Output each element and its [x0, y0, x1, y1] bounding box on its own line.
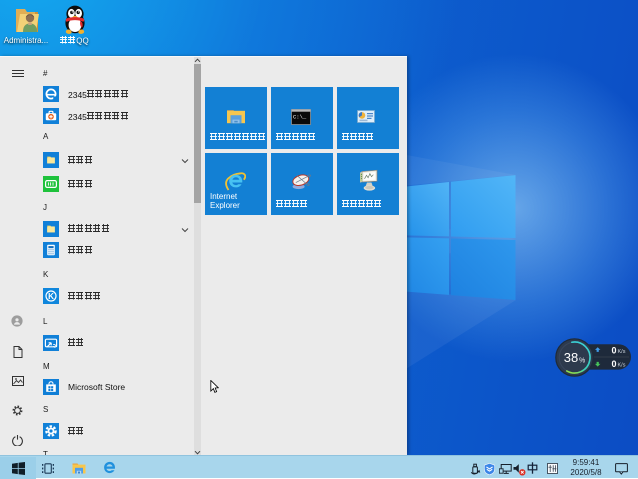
- svg-text:K: K: [48, 292, 54, 301]
- svg-text:0: 0: [611, 359, 616, 369]
- svg-text:C:\_: C:\_: [293, 114, 307, 121]
- svg-text:38: 38: [564, 350, 578, 365]
- svg-text:K/s: K/s: [618, 349, 626, 355]
- svg-text:0: 0: [611, 346, 616, 356]
- svg-text:K/s: K/s: [618, 363, 626, 369]
- svg-text:%: %: [579, 358, 585, 365]
